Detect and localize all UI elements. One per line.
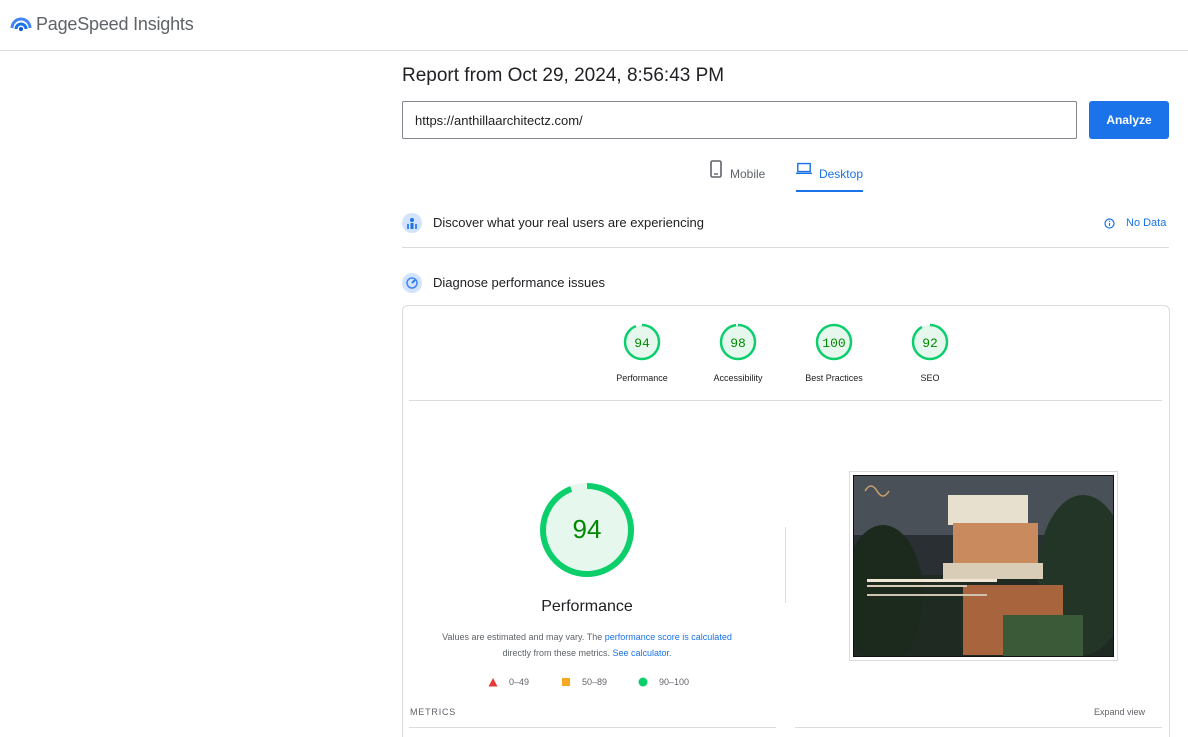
tab-desktop[interactable]: Desktop <box>796 160 863 192</box>
gauge-ring: 98 <box>719 323 757 361</box>
tab-desktop-label: Desktop <box>818 167 863 181</box>
top-bar: PageSpeed Insights <box>0 0 1188 51</box>
legend-range: 50–89 <box>582 677 608 687</box>
score-value: 100 <box>822 336 845 351</box>
score-value: 94 <box>634 336 650 351</box>
score-calculated-link[interactable]: performance score is calculated <box>605 632 732 642</box>
diagnose-title[interactable]: Diagnose performance issues <box>433 275 605 290</box>
score-gauge-accessibility[interactable]: 98 Accessibility <box>698 322 778 383</box>
website-preview-image <box>853 475 1114 657</box>
desc-text: Values are estimated and may vary. The <box>442 632 603 642</box>
legend-fail: 0–49 <box>488 677 529 687</box>
vertical-divider <box>785 527 786 603</box>
gauge-ring: 100 <box>815 323 853 361</box>
legend-average: 50–89 <box>561 677 607 687</box>
card-divider <box>409 400 1162 401</box>
gauge-ring: 94 <box>623 323 661 361</box>
score-label: Accessibility <box>713 373 763 383</box>
metrics-divider-right <box>795 727 1162 728</box>
gauge-ring: 92 <box>911 323 949 361</box>
tab-mobile[interactable]: Mobile <box>709 160 765 192</box>
url-input[interactable] <box>402 101 1077 139</box>
legend-pass: 90–100 <box>638 677 689 687</box>
score-value: 92 <box>922 336 938 351</box>
score-label: SEO <box>920 373 940 383</box>
score-label: Performance <box>616 373 668 383</box>
score-value: 98 <box>730 336 746 351</box>
analyze-button[interactable]: Analyze <box>1089 101 1169 139</box>
square-icon <box>562 678 570 686</box>
triangle-icon <box>488 678 498 687</box>
score-gauge-performance[interactable]: 94 Performance <box>602 322 682 383</box>
pagespeed-logo-icon[interactable] <box>10 14 32 34</box>
no-data-label: No Data <box>1126 217 1167 229</box>
legend-range: 90–100 <box>659 677 690 687</box>
tab-mobile-label: Mobile <box>730 167 766 181</box>
laptop-icon <box>796 162 812 175</box>
metrics-heading: METRICS <box>410 707 457 717</box>
score-label: Best Practices <box>805 373 863 383</box>
circle-icon <box>638 677 648 687</box>
real-users-title[interactable]: Discover what your real users are experi… <box>433 215 704 230</box>
desc-text-2: directly from these metrics. <box>502 648 610 658</box>
performance-score: 94 <box>573 514 602 544</box>
score-gauge-seo[interactable]: 92 SEO <box>890 322 970 383</box>
performance-gauge: 94 <box>540 483 634 577</box>
phone-icon <box>710 160 722 178</box>
metrics-divider-left <box>409 727 776 728</box>
gauge-icon <box>402 273 422 293</box>
legend-range: 0–49 <box>509 677 530 687</box>
page-screenshot <box>849 471 1118 661</box>
performance-label: Performance <box>541 598 633 615</box>
section-divider <box>402 247 1169 248</box>
score-gauge-best-practices[interactable]: 100 Best Practices <box>794 322 874 383</box>
people-icon <box>402 213 422 233</box>
no-data-status[interactable]: No Data <box>1104 217 1166 229</box>
expand-view-button[interactable]: Expand view <box>1094 707 1145 717</box>
info-icon <box>1104 217 1115 229</box>
brand-title[interactable]: PageSpeed Insights <box>36 14 194 35</box>
performance-description: Values are estimated and may vary. The p… <box>422 629 752 661</box>
report-title: Report from Oct 29, 2024, 8:56:43 PM <box>402 65 725 86</box>
see-calculator-link[interactable]: See calculator. <box>613 648 672 658</box>
